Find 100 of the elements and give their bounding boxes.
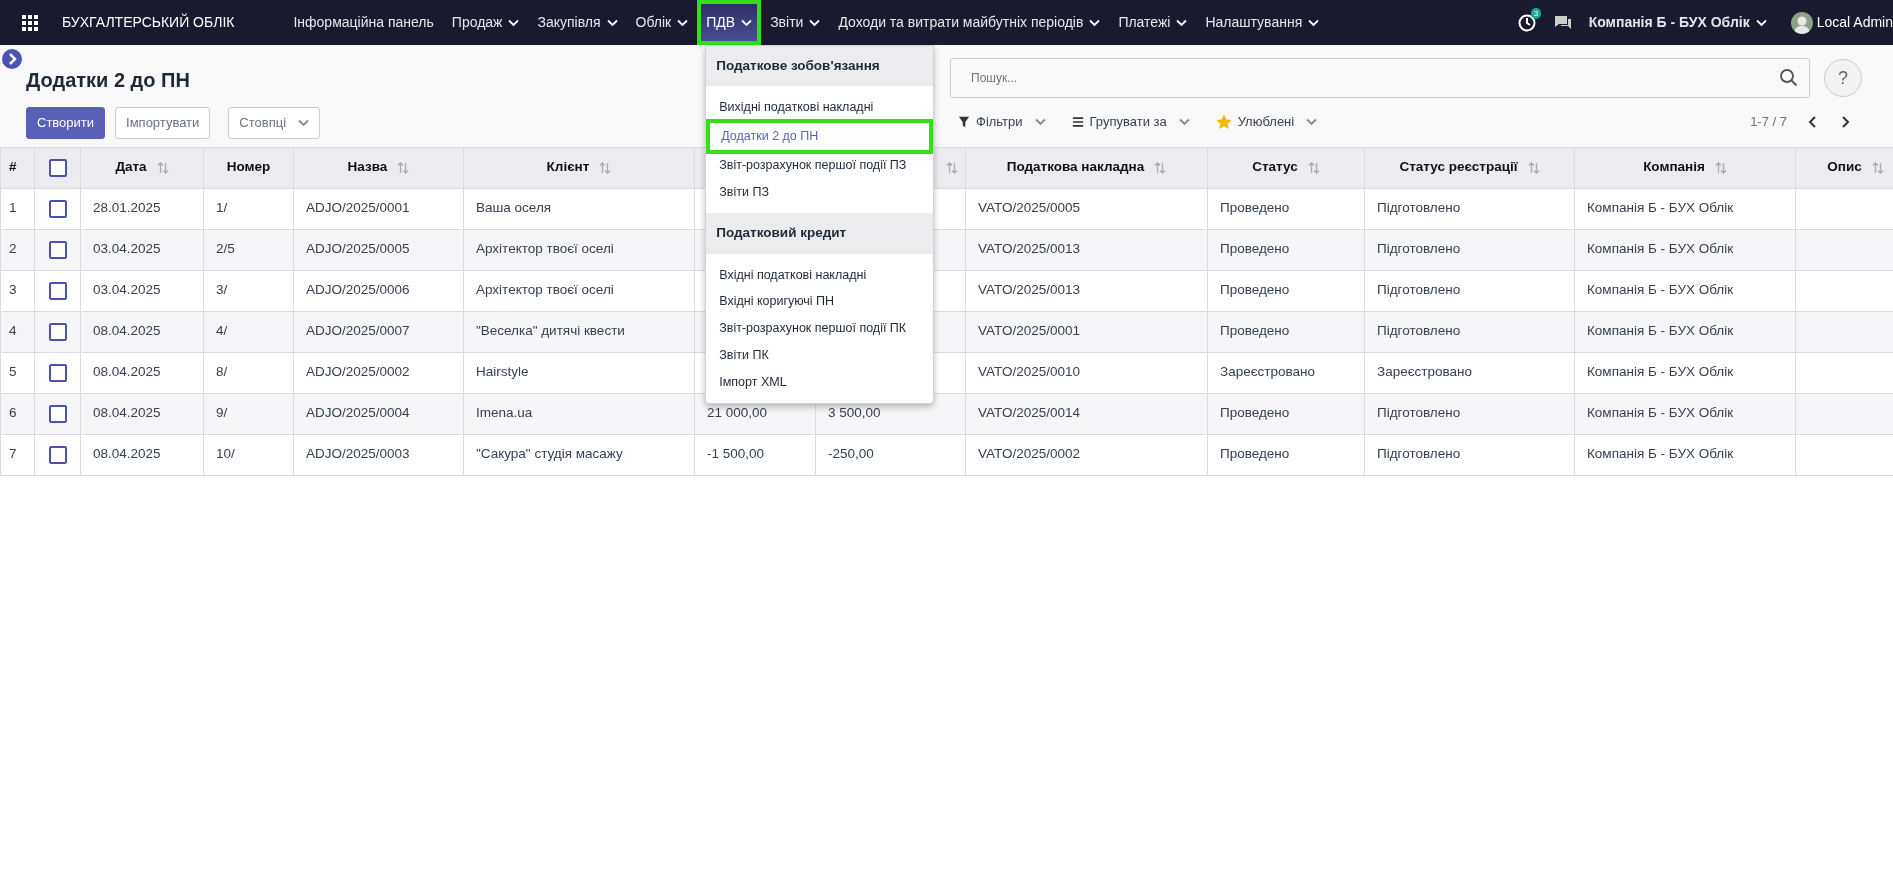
table-cell-text: Архітектор твоєї оселі — [476, 241, 614, 257]
activity-count-badge: 3 — [1530, 7, 1542, 19]
table-cell-text: Проведено — [1220, 241, 1290, 257]
menu-item[interactable]: Звіт-розрахунок першої події ПЗ — [706, 151, 934, 179]
table-cell-text: Проведено — [1220, 200, 1290, 216]
filter-menu-button[interactable]: Групувати за — [1071, 112, 1190, 132]
caret-icon — [1034, 118, 1046, 126]
nav-menu-item[interactable]: Продаж — [442, 0, 529, 45]
table-cell-text: Компанія Б - БУХ Облік — [1587, 405, 1734, 421]
company-switcher[interactable]: Компанія Б - БУХ Облік — [1588, 12, 1767, 33]
filter-menu-button[interactable]: Фільтри — [958, 112, 1046, 132]
row-checkbox[interactable] — [48, 240, 67, 259]
search-icon[interactable] — [1779, 68, 1799, 88]
menu-item[interactable]: Імпорт XML — [706, 368, 934, 396]
column-header[interactable]: Клієнт — [546, 159, 590, 175]
activity-clock-icon[interactable] — [1516, 12, 1537, 33]
table-cell-text: 08.04.2025 — [93, 446, 161, 462]
row-checkbox[interactable] — [48, 281, 67, 300]
filter-icon — [958, 116, 970, 128]
caret-icon — [1755, 18, 1767, 27]
nav-menu-item[interactable]: Платежі — [1109, 0, 1197, 45]
table-cell-text: "Веселка" дитячі квести — [476, 323, 625, 339]
import-button[interactable]: Імпортувати — [115, 107, 211, 139]
next-page-icon[interactable] — [1839, 115, 1851, 129]
caret-icon — [508, 18, 520, 27]
table-cell-text: 1 — [9, 200, 17, 216]
table-cell-text: ADJO/2025/0004 — [306, 405, 410, 421]
caret-icon — [1308, 18, 1320, 27]
table-cell-text: ADJO/2025/0001 — [306, 200, 410, 216]
menu-item[interactable]: Звіти ПК — [706, 341, 934, 369]
table-cell-text: 28.01.2025 — [93, 200, 161, 216]
table-cell-text: 3/ — [216, 282, 228, 298]
user-name[interactable]: Local Admin — [1816, 12, 1893, 33]
caret-icon — [1178, 118, 1190, 126]
row-checkbox[interactable] — [48, 199, 67, 218]
column-header[interactable]: Опис — [1827, 159, 1862, 175]
columns-dropdown-button[interactable]: Стовпці — [228, 107, 321, 139]
caret-icon — [1306, 118, 1318, 126]
table-cell-text: VATO/2025/0005 — [978, 200, 1081, 216]
table-cell-text: Компанія Б - БУХ Облік — [1587, 364, 1734, 380]
table-cell-text: VATO/2025/0013 — [978, 282, 1081, 298]
menu-item[interactable]: Додатки 2 до ПН — [706, 119, 934, 154]
column-header[interactable]: Назва — [347, 159, 388, 175]
table-cell-text: 6 — [9, 405, 17, 421]
table-cell-text: Зареєстровано — [1377, 364, 1472, 380]
table-cell-text: Компанія Б - БУХ Облік — [1587, 282, 1734, 298]
user-avatar-icon[interactable] — [1790, 11, 1813, 34]
previous-page-icon[interactable] — [1807, 115, 1819, 129]
table-cell-text: "Сакура" студія масажу — [476, 446, 623, 462]
table-cell-text: 03.04.2025 — [93, 282, 161, 298]
table-cell-text: 3 — [9, 282, 17, 298]
menu-item[interactable]: Вихідні податкові накладні — [706, 94, 934, 121]
table-cell-text: 03.04.2025 — [93, 241, 161, 257]
nav-menu-item[interactable]: Інформаційна панель — [284, 0, 443, 45]
page-title: Додатки 2 до ПН — [26, 69, 190, 91]
nav-menu-item[interactable]: ПДВ — [697, 0, 762, 45]
caret-icon — [809, 18, 821, 27]
menu-item[interactable]: Вхідні коригуючі ПН — [706, 288, 934, 315]
help-button[interactable]: ? — [1824, 59, 1862, 97]
menu-section-header: Податкове зобов'язання — [706, 46, 934, 87]
column-header[interactable]: Статус — [1252, 159, 1298, 175]
column-header[interactable]: Компанія — [1643, 159, 1705, 175]
filter-menu-button[interactable]: Улюблені — [1215, 112, 1318, 132]
nav-menu-item[interactable]: Облік — [626, 0, 698, 45]
column-header[interactable]: Номер — [226, 159, 271, 175]
row-checkbox[interactable] — [48, 404, 67, 423]
table-cell-text: Архітектор твоєї оселі — [476, 282, 614, 298]
caret-icon — [606, 18, 618, 27]
apps-menu-icon[interactable] — [20, 12, 40, 33]
nav-menu-item[interactable]: Звіти — [761, 0, 830, 45]
nav-menu-item[interactable]: Налаштування — [1196, 0, 1329, 45]
column-header[interactable]: # — [9, 159, 17, 175]
row-checkbox[interactable] — [48, 322, 67, 341]
table-cell-text: -1 500,00 — [707, 446, 765, 462]
table-cell-text: 08.04.2025 — [93, 364, 161, 380]
table-cell-text: ADJO/2025/0007 — [306, 323, 410, 339]
nav-menu-item[interactable]: Закупівля — [528, 0, 627, 45]
table-cell-text: VATO/2025/0010 — [978, 364, 1081, 380]
table-cell-text: Підготовлено — [1377, 282, 1461, 298]
row-checkbox[interactable] — [48, 363, 67, 382]
table-cell-text: Компанія Б - БУХ Облік — [1587, 446, 1734, 462]
menu-item[interactable]: Звіт-розрахунок першої події ПК — [706, 315, 934, 342]
nav-menu-item[interactable]: Доходи та витрати майбутніх періодів — [829, 0, 1110, 45]
caret-icon — [298, 118, 310, 127]
column-header[interactable]: Дата — [115, 159, 147, 175]
menu-item[interactable]: Звіти ПЗ — [706, 178, 934, 206]
table-cell-text: Підготовлено — [1377, 323, 1461, 339]
expand-sidebar-icon[interactable] — [2, 49, 22, 69]
table-cell-text: 1/ — [216, 200, 228, 216]
menu-item[interactable]: Вхідні податкові накладні — [706, 261, 934, 289]
table-cell-text: Компанія Б - БУХ Облік — [1587, 323, 1734, 339]
row-checkbox[interactable] — [48, 445, 67, 464]
table-cell-text: Imena.ua — [476, 405, 533, 421]
caret-icon — [1089, 18, 1101, 27]
table-cell-text: Hairstyle — [476, 364, 529, 380]
select-all-checkbox[interactable] — [48, 158, 67, 177]
table-cell-text: Зареєстровано — [1220, 364, 1315, 380]
create-button[interactable]: Створити — [26, 107, 106, 139]
table-cell-text: 5 — [9, 364, 17, 380]
table-cell-text: Підготовлено — [1377, 200, 1461, 216]
